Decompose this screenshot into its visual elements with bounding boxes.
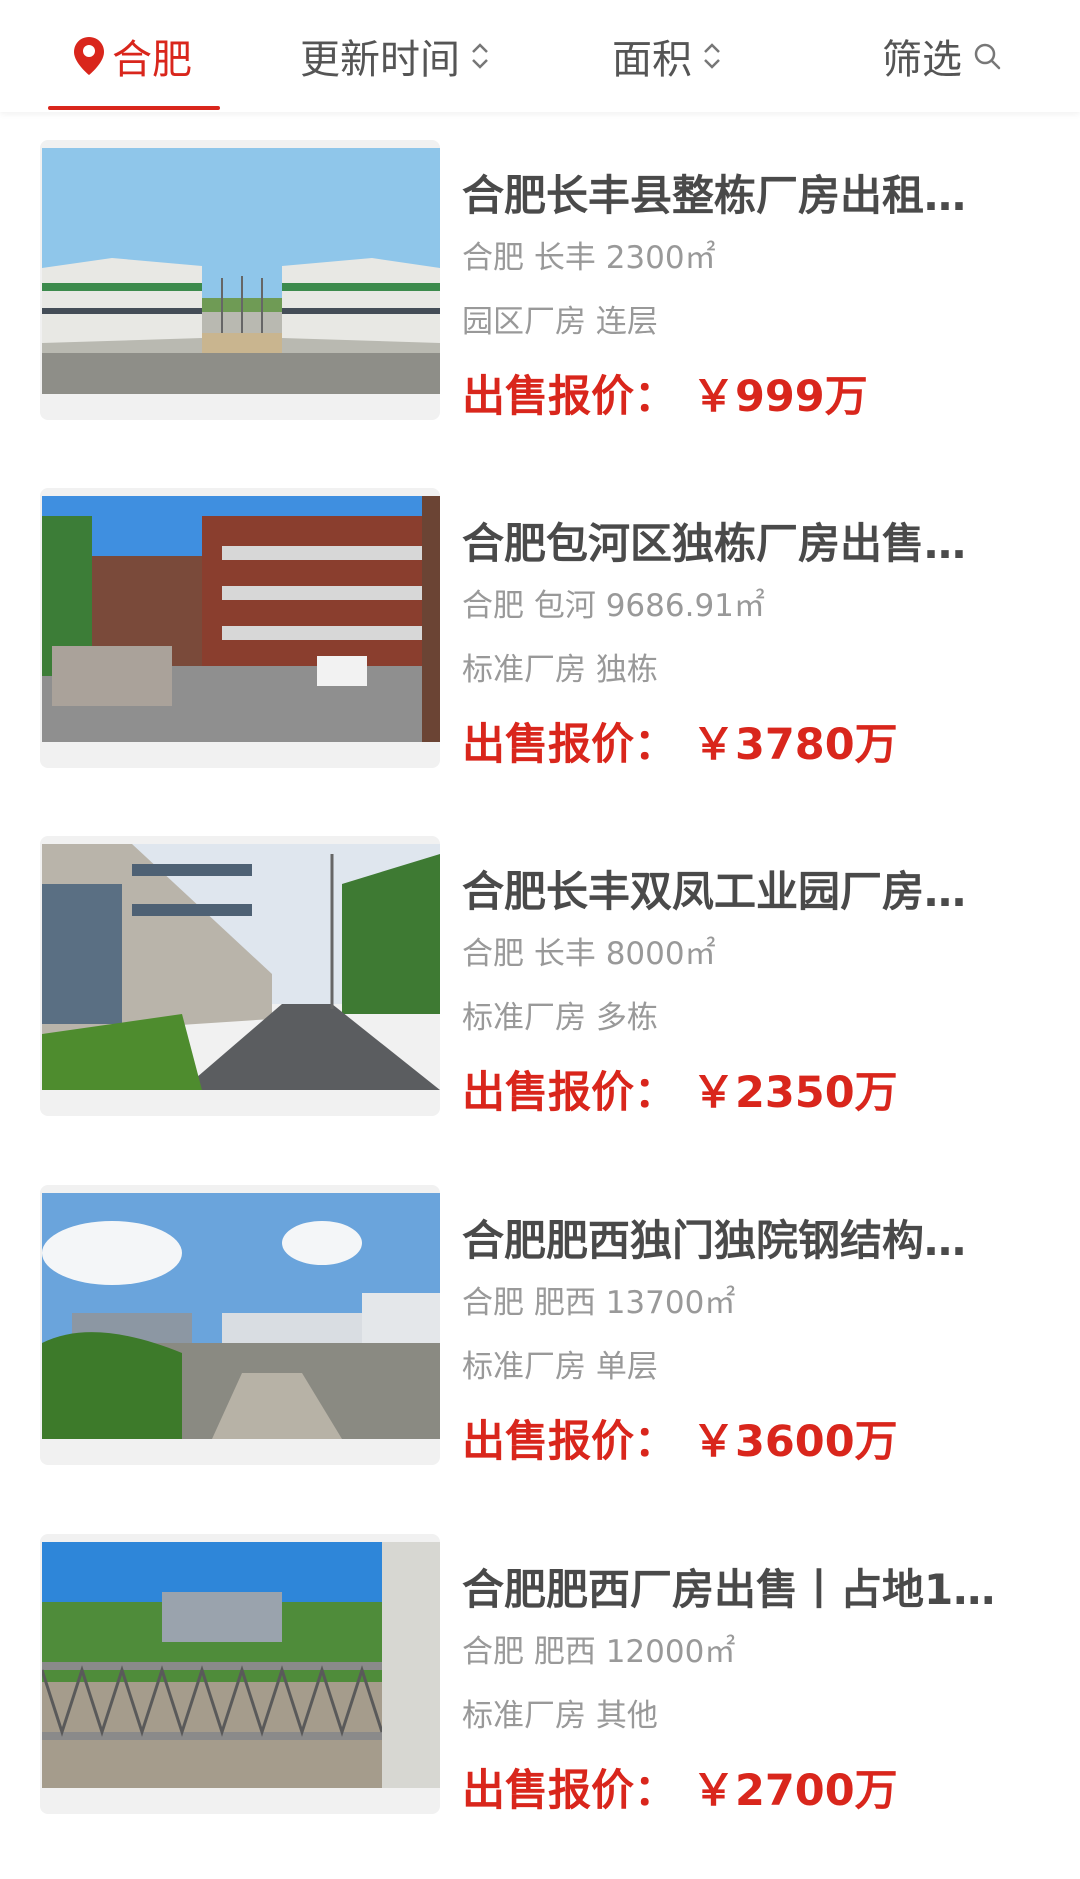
listing-tags: 标准厂房 单层	[462, 1349, 658, 1385]
listing-location-area: 合肥 长丰 2300㎡	[462, 240, 716, 276]
sort-updown-icon	[704, 43, 720, 69]
sort-updated-button[interactable]: 更新时间	[300, 30, 492, 83]
listing-photo[interactable]	[40, 1185, 440, 1465]
listing-card[interactable]: 合肥长丰双凤工业园厂房… 合肥 长丰 8000㎡ 标准厂房 多栋 出售报价： ￥…	[0, 836, 1080, 1126]
listing-title[interactable]: 合肥肥西厂房出售丨占地1…	[462, 1556, 1032, 1617]
listing-photo-image	[42, 148, 440, 394]
listing-tags: 标准厂房 独栋	[462, 652, 658, 688]
listing-photo[interactable]	[40, 836, 440, 1116]
listing-tags: 标准厂房 多栋	[462, 1000, 658, 1036]
location-pin-icon	[74, 37, 104, 75]
listing-tags: 园区厂房 连层	[462, 304, 658, 340]
listing-price: 出售报价： ￥2700万	[462, 1766, 898, 1816]
location-label: 合肥	[112, 37, 192, 83]
location-filter[interactable]: 合肥	[72, 30, 192, 83]
listing-card[interactable]: 合肥包河区独栋厂房出售… 合肥 包河 9686.91㎡ 标准厂房 独栋 出售报价…	[0, 488, 1080, 778]
filter-button[interactable]: 筛选	[882, 30, 1002, 83]
listing-location-area: 合肥 肥西 12000㎡	[462, 1634, 736, 1670]
listing-card[interactable]: 合肥长丰县整栋厂房出租… 合肥 长丰 2300㎡ 园区厂房 连层 出售报价： ￥…	[0, 140, 1080, 430]
listing-title[interactable]: 合肥长丰县整栋厂房出租…	[462, 162, 1032, 223]
listing-tags: 标准厂房 其他	[462, 1698, 658, 1734]
sort-updated-label: 更新时间	[300, 37, 460, 83]
sort-updown-icon	[472, 43, 488, 69]
listing-photo[interactable]	[40, 488, 440, 768]
listing-photo[interactable]	[40, 1534, 440, 1814]
listing-location-area: 合肥 肥西 13700㎡	[462, 1285, 736, 1321]
listing-title[interactable]: 合肥包河区独栋厂房出售…	[462, 510, 1032, 571]
listing-price: 出售报价： ￥3600万	[462, 1417, 898, 1467]
listing-location-area: 合肥 包河 9686.91㎡	[462, 588, 765, 624]
listing-photo[interactable]	[40, 140, 440, 420]
listing-title[interactable]: 合肥肥西独门独院钢结构…	[462, 1207, 1032, 1268]
listing-photo-image	[42, 1193, 440, 1439]
search-icon	[974, 43, 1001, 70]
filter-bar: 合肥 更新时间 面积 筛选	[0, 0, 1080, 112]
listing-card[interactable]: 合肥肥西独门独院钢结构… 合肥 肥西 13700㎡ 标准厂房 单层 出售报价： …	[0, 1185, 1080, 1475]
listing-photo-image	[42, 1542, 440, 1788]
listing-photo-image	[42, 844, 440, 1090]
listing-title[interactable]: 合肥长丰双凤工业园厂房…	[462, 858, 1032, 919]
listing-price: 出售报价： ￥999万	[462, 372, 868, 422]
sort-area-label: 面积	[612, 37, 692, 83]
sort-area-button[interactable]: 面积	[612, 30, 724, 83]
listing-price: 出售报价： ￥2350万	[462, 1068, 898, 1118]
listing-location-area: 合肥 长丰 8000㎡	[462, 936, 716, 972]
listing-photo-image	[42, 496, 440, 742]
active-tab-indicator	[48, 106, 220, 110]
listing-card[interactable]: 合肥肥西厂房出售丨占地1… 合肥 肥西 12000㎡ 标准厂房 其他 出售报价：…	[0, 1534, 1080, 1824]
listing-price: 出售报价： ￥3780万	[462, 720, 898, 770]
filter-label: 筛选	[882, 37, 962, 83]
